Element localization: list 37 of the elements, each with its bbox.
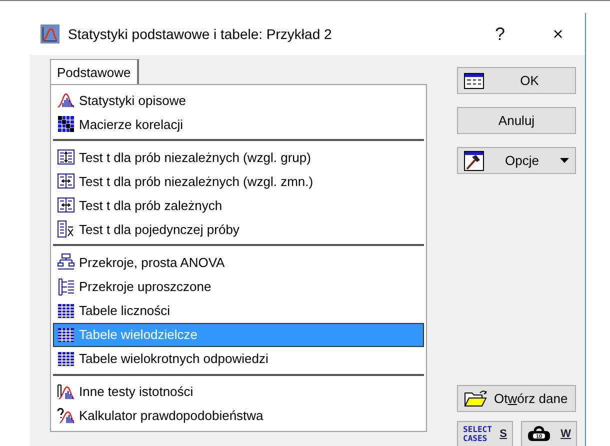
list-item[interactable]: Inne testy istotności [53, 380, 424, 404]
list-item[interactable]: Przekroje, prosta ANOVA [53, 250, 424, 274]
window-title: Statystyki podstawowe i tabele: Przykład 2 [68, 26, 333, 42]
open-data-button[interactable]: Otwórz dane [457, 385, 576, 412]
help-button[interactable]: ? [477, 19, 523, 49]
list-item[interactable]: Kalkulator prawdopodobieństwa [53, 404, 424, 428]
dialog-button[interactable]: Anuluj [457, 107, 576, 134]
table-arrows-icon [57, 196, 75, 214]
hammer-icon [464, 150, 484, 170]
chart-icon [57, 91, 75, 110]
list-icon [57, 220, 75, 238]
bracket-icon [57, 278, 75, 296]
chart-icon [57, 382, 75, 401]
list-item[interactable]: Tabele liczności [53, 298, 424, 323]
table-icon [464, 72, 484, 88]
folder-icon [464, 390, 488, 408]
list-item[interactable]: Statystyki opisowe [53, 88, 424, 112]
list-item[interactable]: Test t dla prób zależnych [53, 193, 424, 218]
chart-icon [57, 406, 75, 425]
tree-icon [57, 253, 75, 272]
table-icon [57, 302, 75, 320]
app-icon [40, 24, 60, 44]
table-icon [57, 326, 75, 344]
list-item[interactable]: Test t dla pojedynczej próby [53, 217, 424, 242]
close-button[interactable]: × [535, 19, 581, 49]
list-item[interactable]: Test t dla prób niezależnych (wzgl. grup) [53, 145, 424, 170]
tab[interactable]: Podstawowe [50, 59, 139, 84]
list-item[interactable]: Test t dla prób niezależnych (wzgl. zmn.) [53, 169, 424, 194]
dialog-button[interactable]: Opcje [457, 147, 576, 174]
table-arrows-icon [57, 172, 75, 190]
table-icon [57, 350, 75, 368]
table-arrows-icon [57, 148, 75, 166]
list-item[interactable]: Tabele wielokrotnych odpowiedzi [53, 346, 424, 371]
dialog-button[interactable]: OK [457, 67, 576, 94]
grid-icon [57, 115, 75, 134]
list-item[interactable]: Przekroje uproszczone [53, 274, 424, 299]
list-item[interactable]: Macierze korelacji [53, 112, 424, 136]
